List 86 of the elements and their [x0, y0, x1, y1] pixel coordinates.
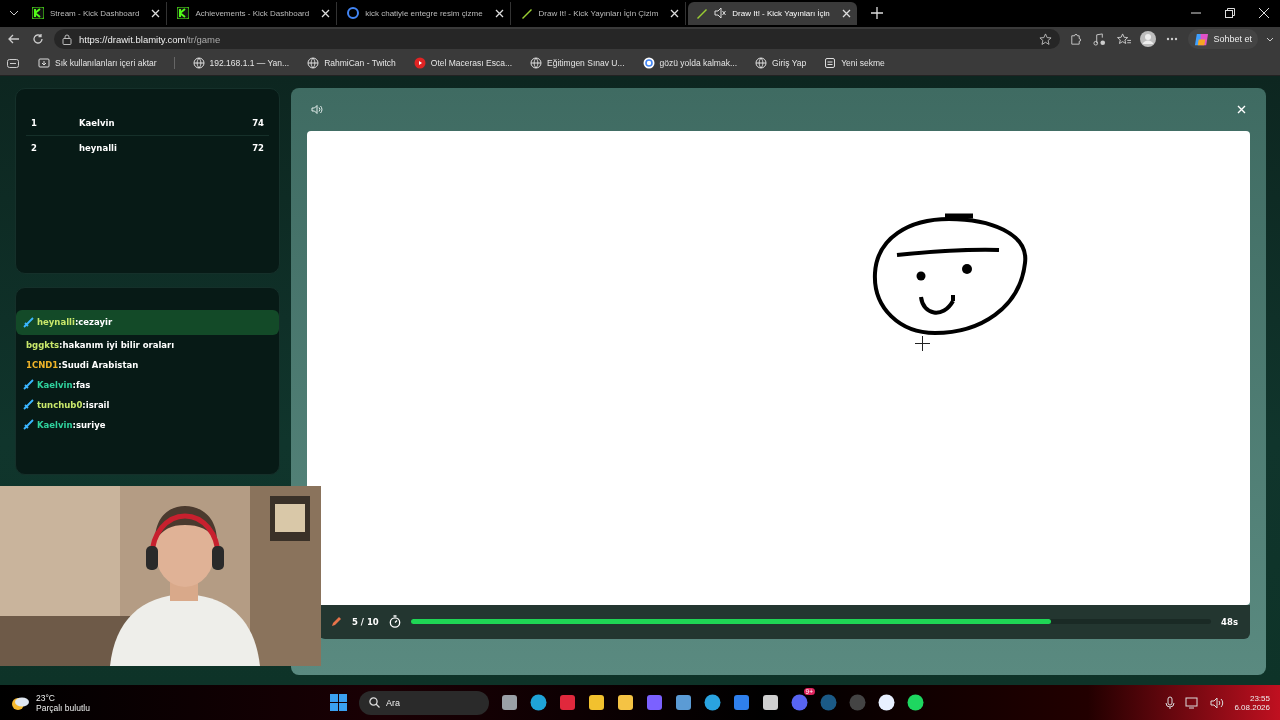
- weather-condition: Parçalı bulutlu: [36, 702, 90, 713]
- back-icon[interactable]: [6, 33, 22, 46]
- clock[interactable]: 23:55 6.08.2026: [1234, 693, 1270, 712]
- bookmark-link[interactable]: 192.168.1.1 — Yan...: [192, 57, 290, 70]
- chat-message: :suriye: [72, 419, 106, 430]
- address-field[interactable]: https://drawit.blamity.com/tr/game: [54, 29, 1060, 50]
- taskbar-app-icon[interactable]: [530, 694, 547, 712]
- chat-message: :fas: [72, 379, 91, 390]
- bookmark-link[interactable]: RahmiCan - Twitch: [307, 57, 396, 70]
- taskbar-app-icon[interactable]: [617, 694, 634, 712]
- close-tab-icon[interactable]: [151, 9, 161, 18]
- taskbar-app-icon[interactable]: [588, 694, 605, 712]
- time-left: 48s: [1221, 616, 1238, 627]
- globe-icon: [192, 57, 205, 70]
- globe-icon: [307, 57, 320, 70]
- close-tab-icon[interactable]: [494, 9, 504, 18]
- pencil-icon: [696, 7, 709, 20]
- ring-icon: [642, 57, 655, 70]
- player-name: Kaelvin: [79, 117, 116, 128]
- chat-username: Kaelvin: [37, 419, 73, 430]
- taskbar-app-icon[interactable]: [762, 694, 779, 712]
- bookmark-link[interactable]: Eğitimgen Sınav U...: [530, 57, 625, 70]
- taskbar-app-icon[interactable]: [675, 694, 692, 712]
- bookmark-link[interactable]: Yeni sekme: [824, 57, 885, 70]
- letter-logo-icon: [177, 7, 190, 20]
- bookmark-link[interactable]: Otel Macerası Esca...: [413, 57, 513, 70]
- bookmark-link[interactable]: gözü yolda kalmak...: [642, 57, 737, 70]
- chat-message: :cezayir: [74, 317, 113, 328]
- import-icon: [38, 57, 50, 70]
- bookmark-link[interactable]: Sık kullanılanları içeri aktar: [38, 57, 175, 70]
- sidebar-icon[interactable]: [6, 58, 20, 68]
- ring-icon: [347, 7, 360, 20]
- chat-message: :israil: [82, 399, 110, 410]
- swirl-icon: [1193, 31, 1209, 47]
- music-settings-icon[interactable]: [1091, 32, 1108, 46]
- muted-speaker-icon[interactable]: [714, 7, 727, 20]
- browser-tab[interactable]: Achievements - Kick Dashboard: [169, 2, 338, 25]
- chat-username: Kaelvin: [37, 379, 73, 390]
- chevron-down-icon[interactable]: [1266, 36, 1275, 42]
- search-icon: [369, 697, 380, 709]
- player-name: heynalli: [79, 142, 118, 153]
- taskbar-app-icon[interactable]: [501, 694, 518, 712]
- close-tab-icon[interactable]: [321, 9, 331, 18]
- lock-icon: [62, 33, 72, 45]
- chat-message: :hakanım iyi bilir oraları: [59, 339, 175, 350]
- taskbar-search-field[interactable]: Ara: [359, 690, 489, 715]
- network-icon[interactable]: [1185, 696, 1201, 710]
- close-tab-icon[interactable]: [670, 9, 680, 18]
- taskbar-app-icon[interactable]: [704, 694, 721, 712]
- chat-button[interactable]: Sohbet et: [1187, 29, 1259, 50]
- crosshair-icon: [915, 335, 930, 351]
- letter-logo-icon: [32, 7, 44, 20]
- temperature: 23°C: [36, 692, 56, 703]
- speaker-icon[interactable]: [311, 103, 323, 115]
- taskbar-app-icon[interactable]: [878, 694, 895, 712]
- timer-icon: [388, 615, 401, 629]
- globe-icon: [755, 57, 767, 70]
- chat-message: :Suudi Arabistan: [58, 359, 139, 370]
- start-button[interactable]: [330, 694, 347, 712]
- browser-tab[interactable]: Draw It! - Kick Yayınları İçin Çizim: [512, 2, 687, 25]
- pencil-icon: [331, 616, 342, 628]
- player-score: 72: [252, 142, 264, 153]
- close-tab-icon[interactable]: [841, 9, 851, 18]
- avatar-icon[interactable]: [1139, 31, 1156, 48]
- rank-number: 2: [31, 142, 38, 153]
- chat-username: bggkts: [26, 339, 60, 350]
- player-score: 74: [252, 117, 264, 128]
- microphone-icon[interactable]: [1165, 695, 1176, 710]
- taskbar-app-icon[interactable]: [907, 694, 924, 712]
- reload-icon[interactable]: [30, 33, 46, 46]
- favorites-icon[interactable]: [1115, 32, 1132, 46]
- browser-tab[interactable]: Stream - Kick Dashboard: [24, 2, 168, 25]
- new-tab-icon[interactable]: [870, 7, 883, 20]
- browser-tab[interactable]: Draw It! - Kick Yayınları İçin: [688, 2, 857, 25]
- round-counter: 5 / 10: [352, 616, 379, 627]
- chat-username: heynalli: [37, 317, 75, 328]
- globe-icon: [530, 57, 543, 70]
- rank-number: 1: [31, 117, 38, 128]
- bookmark-link[interactable]: Giriş Yap: [755, 57, 807, 70]
- star-icon[interactable]: [1038, 32, 1052, 46]
- chat-username: 1CND1: [26, 359, 59, 370]
- browser-tab[interactable]: kick chatiyle entegre resim çizme: [339, 2, 511, 25]
- play-icon: [413, 57, 426, 70]
- page-icon: [824, 57, 837, 70]
- volume-icon[interactable]: [1210, 696, 1225, 709]
- pencil-icon: [520, 7, 533, 20]
